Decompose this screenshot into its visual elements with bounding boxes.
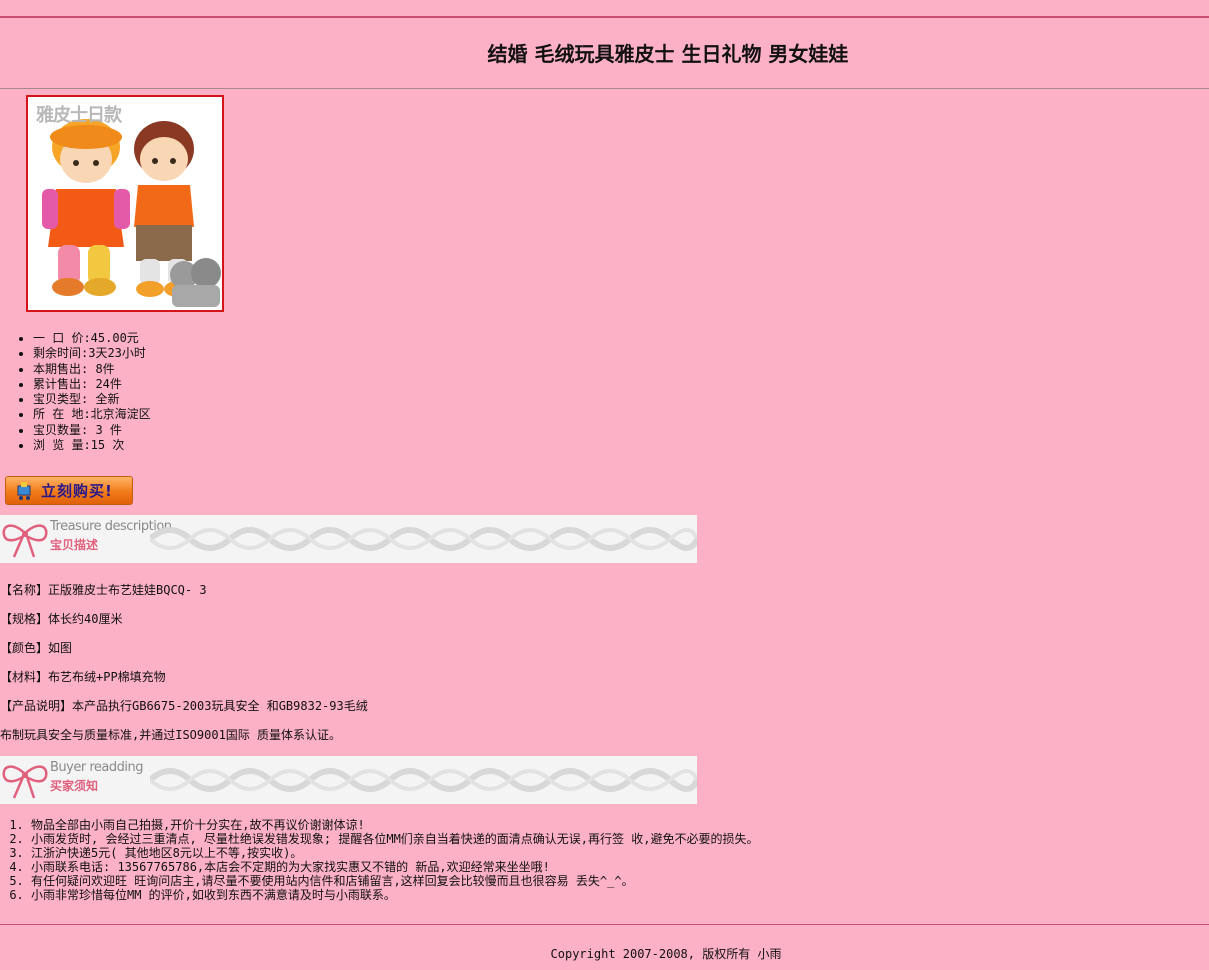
buyer-notes-banner-cn: 买家须知 — [50, 779, 99, 793]
description-notes-cont: 布制玩具安全与质量标准,并通过ISO9001国际 质量体系认证。 — [0, 728, 342, 742]
photo-caption: 雅皮士日款 — [36, 105, 122, 126]
spec-sold-period: 本期售出: 8件 — [33, 362, 151, 377]
list-item: 小雨非常珍惜每位MM 的评价,如收到东西不满意请及时与小雨联系。 — [31, 888, 758, 902]
list-item: 小雨联系电话: 13567765786,本店会不定期的为大家找实惠又不错的 新品… — [31, 860, 758, 874]
description-banner-cn: 宝贝描述 — [50, 538, 99, 552]
dolls-illustration — [42, 119, 221, 307]
ribbon-bow-icon — [2, 765, 48, 799]
spec-views: 浏 览 量:15 次 — [33, 438, 151, 453]
description-material: 【材料】布艺布绒+PP棉填充物 — [0, 670, 166, 684]
footer-divider — [0, 924, 1209, 925]
description-banner: Treasure description 宝贝描述 — [0, 515, 697, 563]
list-item: 小雨发货时, 会经过三重清点, 尽量杜绝误发错发现象; 提醒各位MM们亲自当着快… — [31, 832, 758, 846]
spec-price: 一 口 价:45.00元 — [33, 331, 151, 346]
description-size: 【规格】体长约40厘米 — [0, 612, 123, 626]
list-item: 江浙沪快递5元( 其他地区8元以上不等,按实收)。 — [31, 846, 758, 860]
ribbon-bow-icon — [2, 524, 48, 558]
lace-decoration — [150, 527, 697, 551]
product-photo[interactable]: 雅皮士日款 — [26, 95, 224, 312]
list-item: 物品全部由小雨自己拍摄,开价十分实在,故不再议价谢谢体谅! — [31, 818, 758, 832]
spec-time-left: 剩余时间:3天23小时 — [33, 346, 151, 361]
buyer-notes-banner-en: Buyer readding — [50, 760, 143, 775]
top-divider — [0, 16, 1209, 18]
list-item: 有任何疑问欢迎旺 旺询问店主,请尽量不要使用站内信件和店铺留言,这样回复会比较慢… — [31, 874, 758, 888]
product-specs-list: 一 口 价:45.00元 剩余时间:3天23小时 本期售出: 8件 累计售出: … — [0, 331, 151, 453]
spec-type: 宝贝类型: 全新 — [33, 392, 151, 407]
spec-sold-total: 累计售出: 24件 — [33, 377, 151, 392]
title-divider — [0, 88, 1209, 89]
spec-location: 所 在 地:北京海淀区 — [33, 407, 151, 422]
lace-decoration — [150, 768, 697, 792]
description-name: 【名称】正版雅皮士布艺娃娃BQCQ- 3 — [0, 583, 207, 597]
buyer-notes-list: 物品全部由小雨自己拍摄,开价十分实在,故不再议价谢谢体谅! 小雨发货时, 会经过… — [0, 818, 758, 902]
description-color: 【颜色】如图 — [0, 641, 73, 655]
buyer-notes-banner: Buyer readding 买家须知 — [0, 756, 697, 804]
copyright-footer: Copyright 2007-2008, 版权所有 小雨 — [550, 947, 782, 961]
buy-now-button[interactable]: 立刻购买! — [5, 476, 133, 505]
shopping-cart-icon — [17, 481, 31, 500]
description-notes: 【产品说明】本产品执行GB6675-2003玩具安全 和GB9832-93毛绒 — [0, 699, 368, 713]
buy-now-label: 立刻购买! — [41, 482, 113, 500]
spec-quantity: 宝贝数量: 3 件 — [33, 423, 151, 438]
page-title: 结婚 毛绒玩具雅皮士 生日礼物 男女娃娃 — [487, 42, 849, 66]
